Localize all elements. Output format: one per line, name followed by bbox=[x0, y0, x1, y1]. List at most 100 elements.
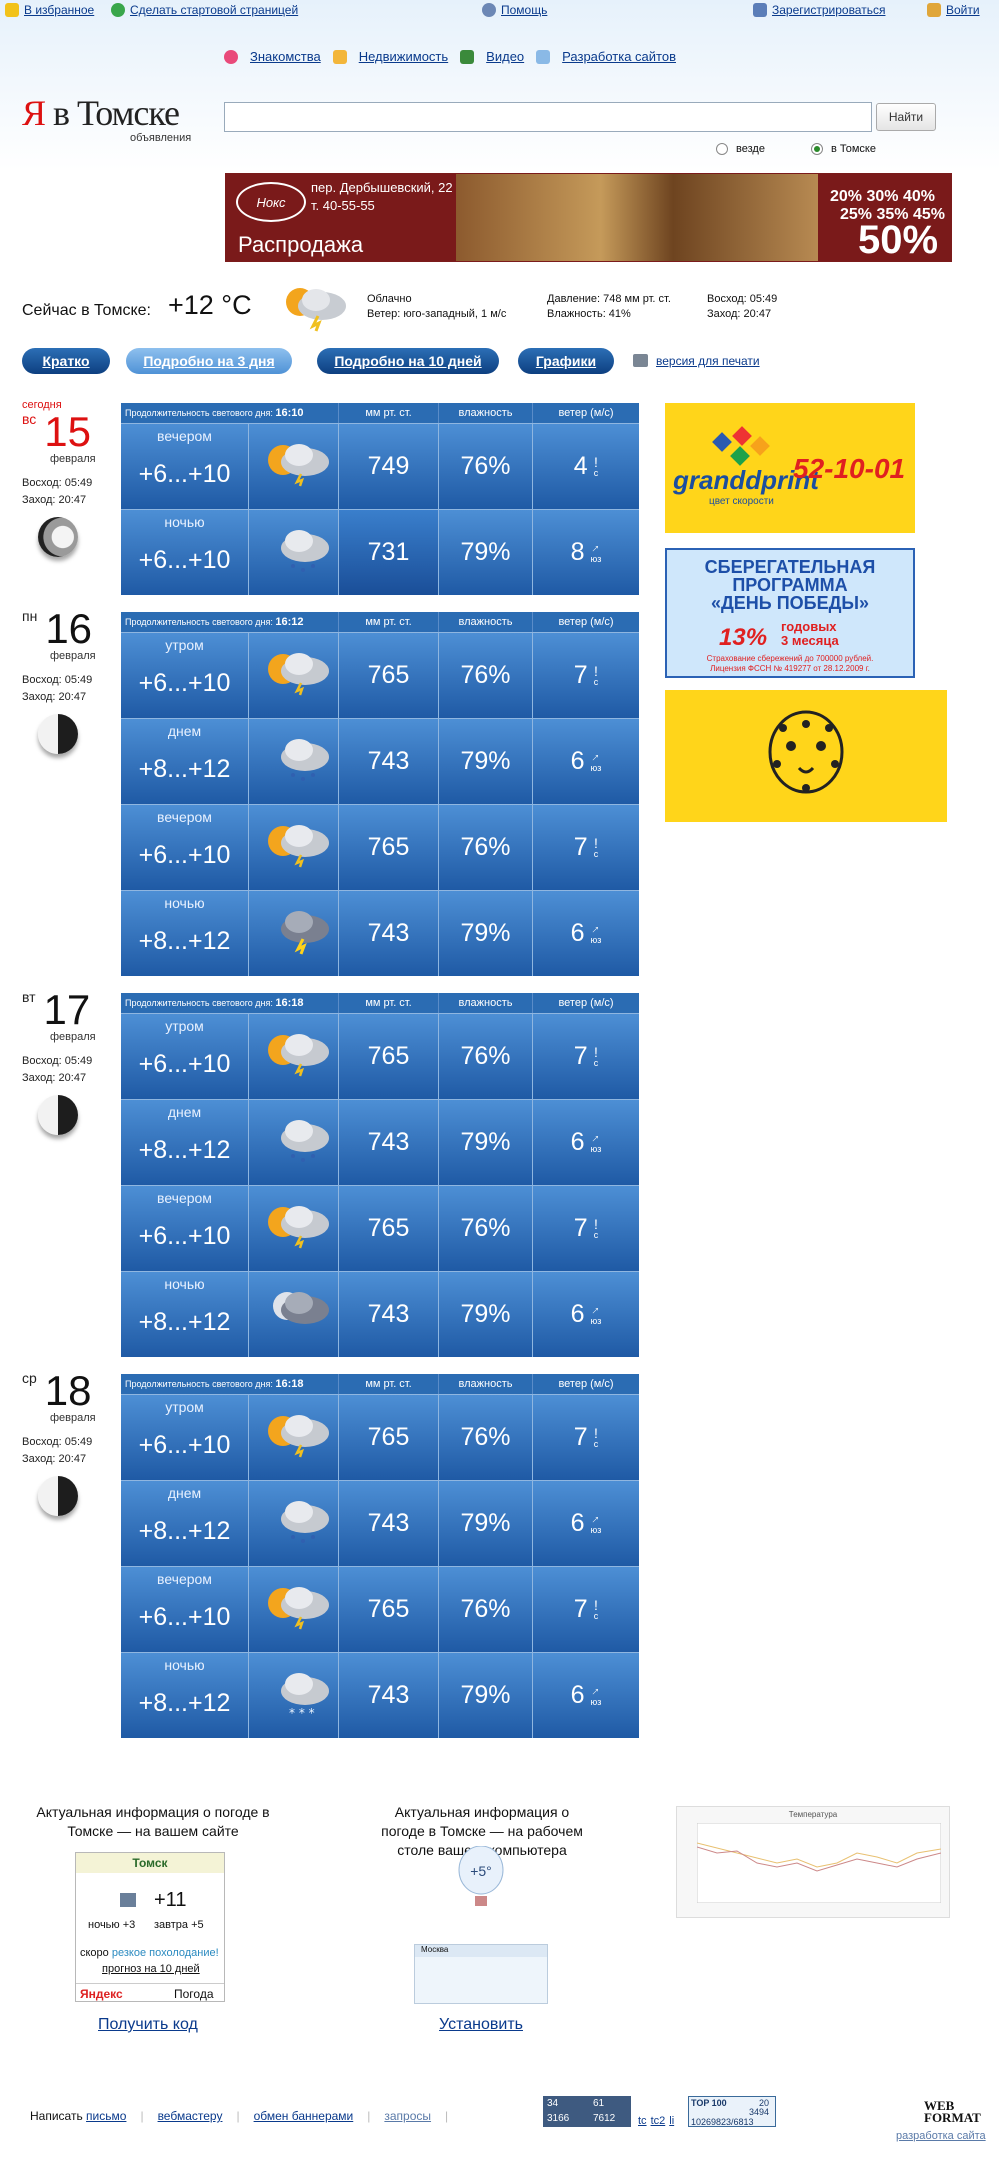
now-humidity: Влажность: 41% bbox=[547, 308, 631, 320]
help-icon bbox=[482, 3, 496, 17]
day-header: вт 17 февраля Восход: 05:49 Заход: 20:47 bbox=[22, 989, 112, 1135]
temperature: +6...+10 bbox=[138, 1050, 231, 1078]
tab-3days[interactable]: Подробно на 3 дня bbox=[126, 348, 292, 374]
top100-c: 10269823/6813 bbox=[691, 2117, 754, 2127]
wind-cell: 4! с bbox=[533, 424, 639, 509]
login-link[interactable]: Войти bbox=[927, 3, 980, 17]
temperature: +8...+12 bbox=[138, 1517, 231, 1545]
now-conditions: Облачно Ветер: юго-западный, 1 м/с bbox=[367, 292, 506, 322]
get-code-link[interactable]: Получить код bbox=[98, 2016, 198, 2034]
install-link[interactable]: Установить bbox=[439, 2016, 523, 2034]
top100-label: TOP 100 bbox=[691, 2098, 727, 2108]
pressure: 765 bbox=[367, 1423, 410, 1451]
tab-10days[interactable]: Подробно на 10 дней bbox=[317, 348, 499, 374]
daylight-label: Продолжительность светового дня: 16:18 bbox=[121, 993, 339, 1013]
top100-counter[interactable]: TOP 100 20 3494 10269823/6813 bbox=[688, 2096, 776, 2127]
temperature: +6...+10 bbox=[138, 669, 231, 697]
svg-text:+5°: +5° bbox=[470, 1863, 492, 1879]
time-of-day: днем bbox=[167, 723, 202, 739]
search-button[interactable]: Найти bbox=[876, 103, 936, 131]
wind-speed: 7 bbox=[573, 833, 588, 861]
month: февраля bbox=[50, 1412, 96, 1424]
footer-banners-link[interactable]: обмен баннерами bbox=[254, 2109, 354, 2123]
time-of-day: ночью bbox=[164, 895, 205, 911]
tab-short[interactable]: Кратко bbox=[22, 348, 110, 374]
main-nav: Знакомства Недвижимость Видео Разработка… bbox=[224, 49, 676, 64]
wind-direction: ! с bbox=[593, 1043, 599, 1068]
humidity-cell: 76% bbox=[439, 1014, 533, 1099]
footer-links: Написать письмо | вебмастеру | обмен банне… bbox=[30, 2109, 449, 2123]
nav-video[interactable]: Видео bbox=[486, 49, 524, 64]
wind-cell: 7! с bbox=[533, 1186, 639, 1271]
wind-speed: 6 bbox=[570, 1681, 585, 1709]
help-link[interactable]: Помощь bbox=[482, 3, 547, 17]
counter-tc[interactable]: tc bbox=[638, 2115, 647, 2127]
counter-1[interactable]: 34 61 3166 7612 bbox=[543, 2096, 631, 2127]
furniture-banner[interactable]: Нокс пер. Дербышевский, 22 т. 40-55-55 Р… bbox=[225, 173, 952, 262]
moon-phase-icon bbox=[38, 517, 78, 557]
site-logo[interactable]: Я в Томске bbox=[22, 92, 180, 134]
wind-direction: ↑ юз bbox=[588, 1130, 604, 1154]
register-link[interactable]: Зарегистрироваться bbox=[753, 3, 885, 17]
savings-ad[interactable]: СБЕРЕГАТЕЛЬНАЯ ПРОГРАММА «ДЕНЬ ПОБЕДЫ» 1… bbox=[665, 548, 915, 678]
user-icon bbox=[753, 3, 767, 17]
counter-li[interactable]: li bbox=[669, 2115, 674, 2127]
time-of-day-cell: утром +6...+10 bbox=[121, 633, 249, 718]
wind-header: ветер (м/с) bbox=[558, 407, 614, 419]
counter-1b: 61 bbox=[593, 2098, 605, 2109]
weather-icon-cell bbox=[249, 805, 339, 890]
widget-forecast-link[interactable]: прогноз на 10 дней bbox=[102, 1963, 200, 1975]
ad-sber-7: Страхование сбережений до 700000 рублей. bbox=[706, 654, 874, 663]
search-scope: везде в Томске bbox=[716, 143, 876, 155]
nav-realty[interactable]: Недвижимость bbox=[359, 49, 448, 64]
humidity: 79% bbox=[460, 1681, 511, 1709]
daylight-label: Продолжительность светового дня: 16:10 bbox=[121, 403, 339, 423]
forecast-table-header: Продолжительность светового дня: 16:18 м… bbox=[121, 1374, 639, 1394]
time-of-day: вечером bbox=[157, 428, 212, 444]
radio-tomsk[interactable] bbox=[810, 143, 823, 155]
banner-pcts: 20% 30% 40% bbox=[830, 188, 935, 205]
wind-direction: ↑ юз bbox=[588, 921, 604, 945]
radio-everywhere[interactable] bbox=[716, 143, 728, 155]
favorites-link[interactable]: В избранное bbox=[5, 3, 94, 17]
humidity: 79% bbox=[460, 747, 511, 775]
counter-tc2[interactable]: tc2 bbox=[651, 2115, 666, 2127]
storm-cloud-icon bbox=[281, 911, 329, 955]
wind-speed: 6 bbox=[570, 1300, 585, 1328]
wind-header: ветер (м/с) bbox=[558, 997, 614, 1009]
ad-sber-3: «ДЕНЬ ПОБЕДЫ» bbox=[710, 593, 870, 613]
wind-speed: 7 bbox=[573, 1423, 588, 1451]
dev-link[interactable]: разработка сайта bbox=[896, 2130, 986, 2142]
time-of-day: вечером bbox=[157, 1571, 212, 1587]
granddprint-ad[interactable]: granddprint 52-10-01 цвет скорости bbox=[665, 403, 915, 533]
now-pressure-block: Давление: 748 мм рт. ст. Влажность: 41% bbox=[547, 292, 671, 322]
banner-right: 20% 30% 40% 25% 35% 45% 50% bbox=[818, 174, 951, 261]
footer-mail-link[interactable]: письмо bbox=[86, 2109, 126, 2123]
time-of-day-cell: днем +8...+12 bbox=[121, 719, 249, 804]
wind-direction: ↑ юз bbox=[588, 540, 604, 564]
make-homepage-link[interactable]: Сделать стартовой страницей bbox=[111, 3, 298, 17]
time-of-day: утром bbox=[165, 637, 204, 653]
footer-requests-link[interactable]: запросы bbox=[384, 2109, 431, 2123]
forecast-row: днем +8...+12 743 79% 6 ↑ юз bbox=[121, 1480, 639, 1566]
tab-graphs[interactable]: Графики bbox=[518, 348, 614, 374]
humidity-cell: 79% bbox=[439, 1100, 533, 1185]
print-link[interactable]: версия для печати bbox=[656, 354, 760, 368]
site-widget[interactable]: Томск +11 ночью +3 завтра +5 скоро резко… bbox=[75, 1852, 225, 2002]
nav-webdev[interactable]: Разработка сайтов bbox=[562, 49, 676, 64]
sunrise: Восход: 05:49 bbox=[22, 1436, 93, 1448]
snow-cloud-icon: * * * bbox=[281, 1673, 329, 1720]
search-input[interactable] bbox=[224, 102, 872, 132]
weather-icon-cell bbox=[249, 1014, 339, 1099]
nav-dating[interactable]: Знакомства bbox=[250, 49, 321, 64]
site-info-text: Актуальная информация о погоде в Томске … bbox=[36, 1804, 270, 1839]
www-icon bbox=[536, 49, 551, 64]
ad-sber-8: Лицензия ФССН № 419277 от 28.12.2009 г. bbox=[710, 664, 870, 673]
moon-cloud-icon bbox=[273, 1292, 329, 1324]
time-of-day-cell: ночью +8...+12 bbox=[121, 1653, 249, 1738]
leopard-ad[interactable] bbox=[665, 690, 947, 822]
temperature-graph[interactable]: Температура bbox=[676, 1806, 950, 1918]
wind-cell: 6 ↑ юз bbox=[533, 1272, 639, 1357]
humidity-cell: 76% bbox=[439, 1186, 533, 1271]
footer-webmaster-link[interactable]: вебмастеру bbox=[158, 2109, 223, 2123]
